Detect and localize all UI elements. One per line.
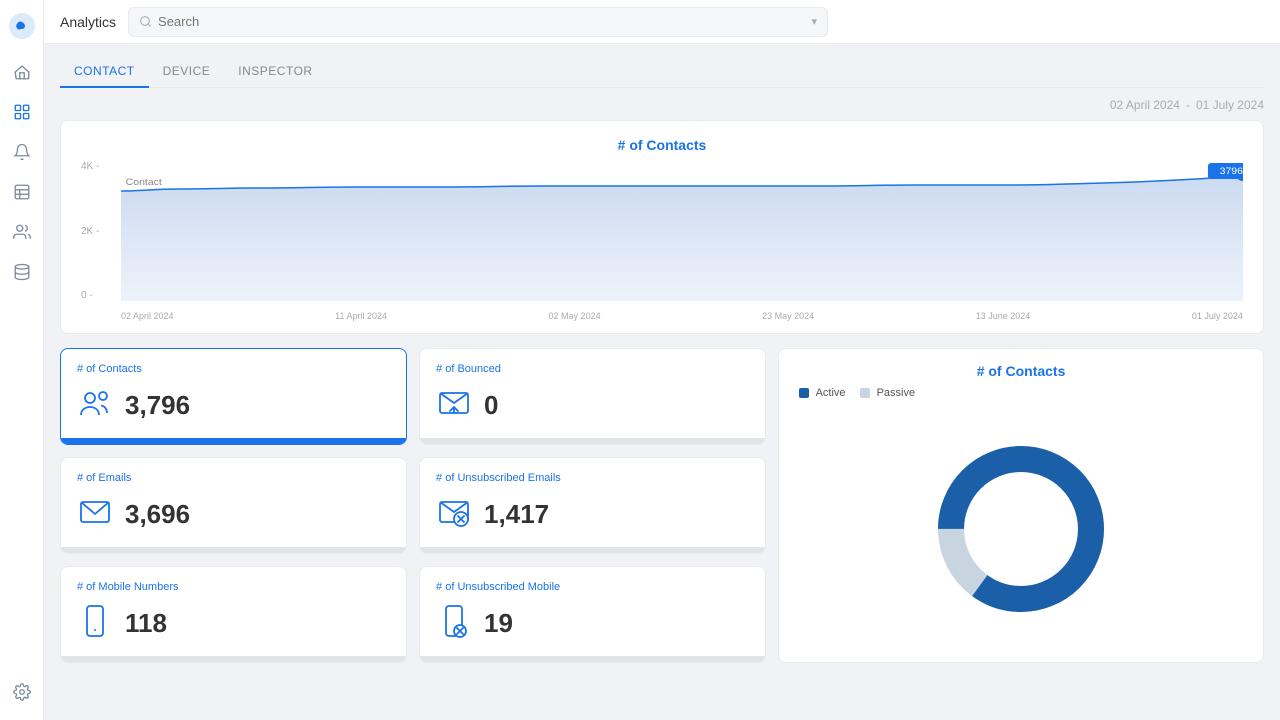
sidebar-item-home[interactable] [6, 56, 38, 88]
metrics-grid: # of Contacts 3,796 [60, 348, 1264, 663]
sidebar-settings[interactable] [6, 676, 38, 708]
metric-value-contacts: 3,796 [125, 390, 190, 421]
date-end: 01 July 2024 [1196, 98, 1264, 112]
metric-value-row-bounced: 0 [436, 385, 749, 426]
metric-value-row-unsub-mobile: 19 [436, 603, 749, 644]
sidebar-item-reports[interactable] [6, 176, 38, 208]
tab-inspector[interactable]: INSPECTOR [224, 56, 326, 88]
legend-dot-passive [860, 388, 870, 398]
search-box[interactable]: ▾ [128, 7, 828, 37]
metric-card-mobile: # of Mobile Numbers 118 [60, 566, 407, 663]
legend-active: Active [799, 387, 845, 399]
donut-svg [931, 439, 1111, 619]
mobile-icon [77, 603, 113, 644]
date-start: 02 April 2024 [1110, 98, 1180, 112]
donut-svg-wrap [931, 409, 1111, 648]
unsubscribed-mobile-icon [436, 603, 472, 644]
metrics-left-col: # of Contacts 3,796 [60, 348, 407, 663]
app-logo[interactable] [8, 12, 36, 40]
metric-bar-contacts [61, 438, 406, 444]
metric-label-mobile: # of Mobile Numbers [77, 581, 390, 593]
x-label-3: 02 May 2024 [549, 311, 601, 321]
search-chevron-icon: ▾ [812, 15, 818, 28]
donut-legend: Active Passive [795, 387, 915, 399]
sidebar-item-users[interactable] [6, 216, 38, 248]
legend-dot-active [799, 388, 809, 398]
donut-chart-card: # of Contacts Active Passive [778, 348, 1264, 663]
chart-x-axis: 02 April 2024 11 April 2024 02 May 2024 … [121, 311, 1243, 321]
metric-card-emails: # of Emails 3,696 [60, 457, 407, 554]
metric-bar-unsub-emails [420, 547, 765, 553]
email-icon [77, 494, 113, 535]
date-range: 02 April 2024 - 01 July 2024 [60, 88, 1264, 120]
metric-label-unsub-mobile: # of Unsubscribed Mobile [436, 581, 749, 593]
search-icon [139, 15, 152, 28]
metric-card-unsub-emails: # of Unsubscribed Emails 1,417 [419, 457, 766, 554]
metric-value-emails: 3,696 [125, 499, 190, 530]
metric-label-emails: # of Emails [77, 472, 390, 484]
sidebar [0, 0, 44, 720]
x-label-5: 13 June 2024 [976, 311, 1031, 321]
metric-value-row-unsub-emails: 1,417 [436, 494, 749, 535]
metric-value-row-mobile: 118 [77, 603, 390, 644]
metric-label-bounced: # of Bounced [436, 363, 749, 375]
chart-svg: 3796 Contact [121, 161, 1243, 301]
metric-card-contacts: # of Contacts 3,796 [60, 348, 407, 445]
y-label-0: 0 - [81, 290, 99, 301]
search-input[interactable] [158, 14, 805, 29]
metric-value-unsub-mobile: 19 [484, 608, 513, 639]
metric-value-row-contacts: 3,796 [77, 385, 390, 426]
metric-value-unsub-emails: 1,417 [484, 499, 549, 530]
legend-label-passive: Passive [877, 387, 916, 399]
metrics-middle-col: # of Bounced 0 [419, 348, 766, 663]
x-label-1: 02 April 2024 [121, 311, 174, 321]
y-label-2k: 2K - [81, 226, 99, 237]
sidebar-item-analytics[interactable] [6, 96, 38, 128]
content-area: CONTACT DEVICE INSPECTOR 02 April 2024 -… [44, 44, 1280, 720]
y-label-4k: 4K - [81, 161, 99, 172]
main-chart-card: # of Contacts 4K - 2K - 0 - [60, 120, 1264, 334]
metric-bar-emails [61, 547, 406, 553]
topbar: Analytics ▾ [44, 0, 1280, 44]
main-content: Analytics ▾ CONTACT DEVICE INSPECTOR 02 … [44, 0, 1280, 720]
metric-value-row-emails: 3,696 [77, 494, 390, 535]
legend-label-active: Active [816, 387, 846, 399]
sidebar-item-database[interactable] [6, 256, 38, 288]
chart-y-axis: 4K - 2K - 0 - [81, 161, 99, 301]
app-title: Analytics [60, 14, 116, 30]
metric-label-contacts: # of Contacts [77, 363, 390, 375]
main-chart-title: # of Contacts [81, 137, 1243, 153]
chart-tooltip-text: 3796 [1220, 167, 1243, 177]
tab-contact[interactable]: CONTACT [60, 56, 149, 88]
metric-card-bounced: # of Bounced 0 [419, 348, 766, 445]
tab-device[interactable]: DEVICE [149, 56, 225, 88]
x-label-2: 11 April 2024 [335, 311, 387, 321]
legend-passive: Passive [860, 387, 916, 399]
metric-bar-unsub-mobile [420, 656, 765, 662]
main-chart-area: 4K - 2K - 0 - [81, 161, 1243, 321]
x-label-6: 01 July 2024 [1192, 311, 1243, 321]
tab-bar: CONTACT DEVICE INSPECTOR [60, 44, 1264, 88]
metric-bar-bounced [420, 438, 765, 444]
date-separator: - [1186, 98, 1190, 112]
donut-title: # of Contacts [977, 363, 1066, 379]
sidebar-item-notifications[interactable] [6, 136, 38, 168]
metric-value-mobile: 118 [125, 608, 167, 639]
metric-bar-mobile [61, 656, 406, 662]
metric-label-unsub-emails: # of Unsubscribed Emails [436, 472, 749, 484]
metric-value-bounced: 0 [484, 390, 498, 421]
unsubscribed-email-icon [436, 494, 472, 535]
x-label-4: 23 May 2024 [762, 311, 814, 321]
contacts-icon [77, 385, 113, 426]
bounced-icon [436, 385, 472, 426]
metric-card-unsub-mobile: # of Unsubscribed Mobile 19 [419, 566, 766, 663]
chart-legend-label: Contact [126, 178, 162, 188]
